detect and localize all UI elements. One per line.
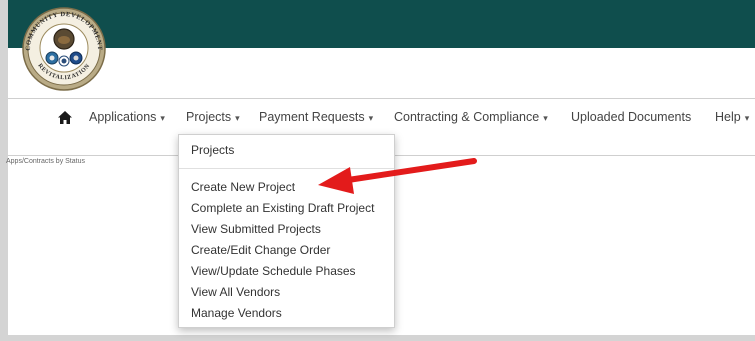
- nav-label: Uploaded Documents: [571, 110, 692, 124]
- dropdown-item-projects[interactable]: Projects: [191, 143, 234, 157]
- nav-help[interactable]: Help ▾: [715, 110, 749, 124]
- nav-payment-requests[interactable]: Payment Requests ▾: [259, 110, 373, 124]
- dropdown-divider: [179, 168, 394, 169]
- home-icon[interactable]: [58, 111, 72, 124]
- header-bar: [8, 0, 755, 48]
- caret-down-icon: ▾: [543, 113, 548, 123]
- cdr-logo[interactable]: COMMUNITY DEVELOPMENT REVITALIZATION: [16, 6, 112, 92]
- nav-uploaded-documents[interactable]: Uploaded Documents: [571, 110, 691, 124]
- caret-down-icon: ▾: [368, 113, 374, 123]
- caret-down-icon: ▾: [235, 113, 240, 123]
- caret-down-icon: ▾: [160, 113, 165, 123]
- nav-applications[interactable]: Applications ▾: [89, 110, 165, 124]
- nav-projects[interactable]: Projects ▾: [186, 110, 240, 124]
- nav-label: Contracting & Compliance: [394, 110, 540, 124]
- dropdown-item-view-submitted-projects[interactable]: View Submitted Projects: [191, 222, 321, 236]
- dropdown-item-manage-vendors[interactable]: Manage Vendors: [191, 306, 282, 320]
- dropdown-item-view-all-vendors[interactable]: View All Vendors: [191, 285, 280, 299]
- caret-down-icon: ▾: [744, 113, 750, 123]
- dropdown-item-complete-draft-project[interactable]: Complete an Existing Draft Project: [191, 201, 374, 215]
- nav-label: Projects: [186, 110, 232, 124]
- projects-dropdown-menu: Projects Create New Project Complete an …: [178, 134, 395, 328]
- nav-contracting-compliance[interactable]: Contracting & Compliance ▾: [394, 110, 548, 124]
- nav-label: Help: [715, 110, 741, 124]
- nav-label: Payment Requests: [259, 110, 365, 124]
- dropdown-item-create-new-project[interactable]: Create New Project: [191, 180, 295, 194]
- breadcrumb[interactable]: Apps/Contracts by Status: [6, 158, 85, 165]
- nav-label: Applications: [89, 110, 157, 124]
- dropdown-item-change-order[interactable]: Create/Edit Change Order: [191, 243, 330, 257]
- dropdown-item-schedule-phases[interactable]: View/Update Schedule Phases: [191, 264, 356, 278]
